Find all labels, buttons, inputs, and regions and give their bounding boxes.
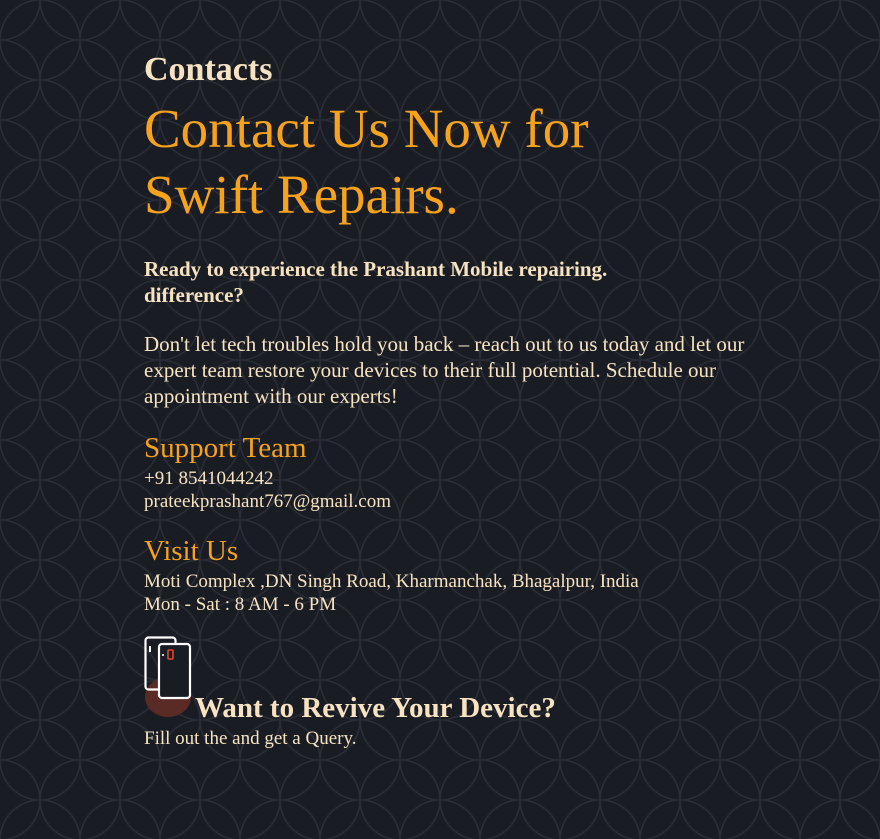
page-headline: Contact Us Now for Swift Repairs. (144, 98, 589, 225)
support-email[interactable]: prateekprashant767@gmail.com (144, 490, 391, 513)
description-text: Don't let tech troubles hold you back – … (144, 332, 745, 408)
section-label: Contacts (144, 51, 273, 88)
visit-hours: Mon - Sat : 8 AM - 6 PM (144, 594, 337, 615)
cta-text: Fill out the and get a Query. (144, 728, 357, 749)
phone-repair-icon (144, 636, 192, 717)
visit-address: Moti Complex ,DN Singh Road, Kharmanchak… (144, 571, 639, 592)
support-phone[interactable]: +91 8541044242 (144, 467, 273, 490)
support-team-heading: Support Team (144, 432, 307, 464)
lead-text: Ready to experience the Prashant Mobile … (144, 257, 608, 307)
visit-us-heading: Visit Us (144, 535, 239, 567)
cta-title: Want to Revive Your Device? (195, 692, 556, 724)
